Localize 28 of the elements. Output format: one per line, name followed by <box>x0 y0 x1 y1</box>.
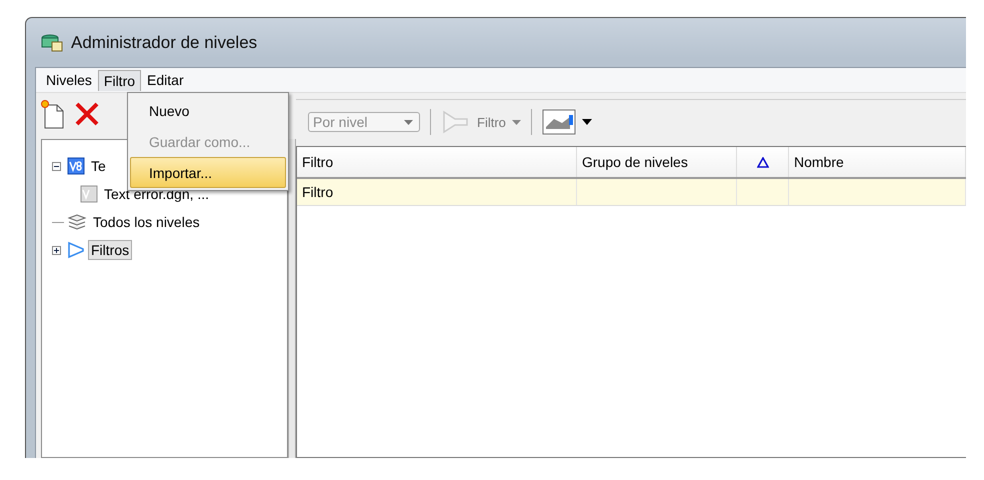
tree-item[interactable]: Todos los niveles <box>90 212 203 232</box>
dropdown-arrow-icon[interactable] <box>582 119 592 125</box>
tree-item[interactable]: Filtros <box>88 240 132 260</box>
tree-item[interactable]: Te <box>88 156 109 176</box>
menu-item[interactable]: Filtro <box>98 70 142 90</box>
menu-item[interactable]: Editar <box>141 69 190 91</box>
image-icon[interactable] <box>542 109 576 135</box>
delete-icon[interactable] <box>74 101 100 127</box>
menu-option[interactable]: Importar... <box>130 157 286 188</box>
column-header[interactable]: Nombre <box>789 147 966 177</box>
layers-icon <box>67 214 87 230</box>
table-row[interactable]: Filtro <box>297 179 966 206</box>
column-header[interactable]: Filtro <box>297 147 577 177</box>
new-document-icon[interactable] <box>40 99 66 129</box>
dropdown-arrow-icon <box>404 120 413 124</box>
v8-file-icon <box>67 157 85 175</box>
splitter[interactable] <box>288 139 296 458</box>
funnel-icon <box>67 241 85 259</box>
expander-icon[interactable] <box>52 162 64 170</box>
database-icon <box>41 34 63 52</box>
delta-icon <box>756 156 768 168</box>
window-title: Administrador de niveles <box>71 32 258 52</box>
menu-item[interactable]: Niveles <box>40 69 98 91</box>
expander-icon[interactable] <box>52 246 64 254</box>
column-header[interactable]: Grupo de niveles <box>577 147 737 177</box>
v8-file-icon <box>80 185 98 203</box>
table-cell: Filtro <box>302 184 334 200</box>
menu-option[interactable]: Nuevo <box>130 95 286 126</box>
